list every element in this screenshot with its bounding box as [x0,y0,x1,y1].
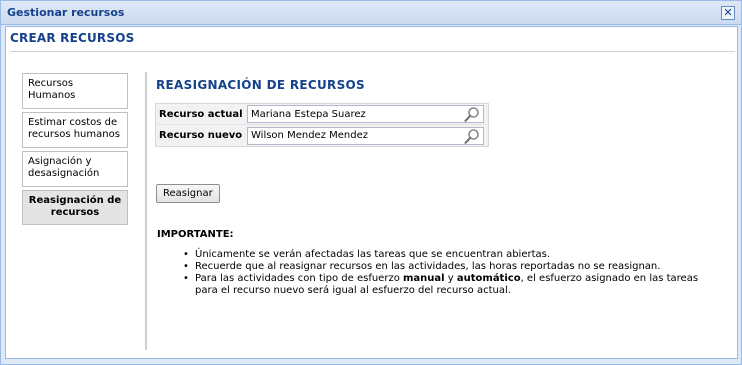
sidebar-item-estimar-costos[interactable]: Estimar costos de recursos humanos [22,112,128,148]
reassign-form: Recurso actual Recurso nuevo [155,103,489,147]
current-resource-input[interactable] [248,106,463,122]
sidebar-item-label: Reasignación de recursos [28,195,122,218]
page-title: CREAR RECURSOS [10,31,135,45]
list-item: Recuerde que al reasignar recursos en la… [183,261,723,273]
dialog-body: CREAR RECURSOS Recursos Humanos Estimar … [5,26,738,359]
dialog-title: Gestionar recursos [7,6,125,19]
sidebar: Recursos Humanos Estimar costos de recur… [22,73,130,228]
form-row-current: Recurso actual [156,104,488,125]
reassign-button[interactable]: Reasignar [156,184,220,203]
sidebar-item-label: Estimar costos de recursos humanos [28,117,120,140]
dialog-titlebar[interactable]: Gestionar recursos ✕ [1,1,741,25]
new-resource-label: Recurso nuevo [159,130,243,141]
important-heading: IMPORTANTE: [157,229,234,240]
sidebar-item-reasignacion[interactable]: Reasignación de recursos [22,190,128,225]
notes-list: Únicamente se verán afectadas las tareas… [183,249,723,297]
close-icon[interactable]: ✕ [721,6,735,20]
sidebar-item-label: Asignación y desasignación [28,156,100,179]
form-row-new: Recurso nuevo [156,125,488,146]
sidebar-item-recursos-humanos[interactable]: Recursos Humanos [22,73,128,109]
search-icon[interactable] [463,128,481,145]
sidebar-item-label: Recursos Humanos [28,78,76,101]
list-item: Para las actividades con tipo de esfuerz… [183,273,723,297]
dialog-window: Gestionar recursos ✕ CREAR RECURSOS Recu… [0,0,742,365]
current-resource-field [247,105,484,123]
content-panel: Recursos Humanos Estimar costos de recur… [10,51,735,357]
list-item: Únicamente se verán afectadas las tareas… [183,249,723,261]
new-resource-input[interactable] [248,127,463,144]
sidebar-item-asignacion[interactable]: Asignación y desasignación [22,151,128,187]
current-resource-label: Recurso actual [159,108,243,120]
panel-divider [145,72,147,350]
new-resource-field [247,126,484,145]
section-title: REASIGNACIÓN DE RECURSOS [156,78,365,92]
search-icon[interactable] [463,106,481,123]
